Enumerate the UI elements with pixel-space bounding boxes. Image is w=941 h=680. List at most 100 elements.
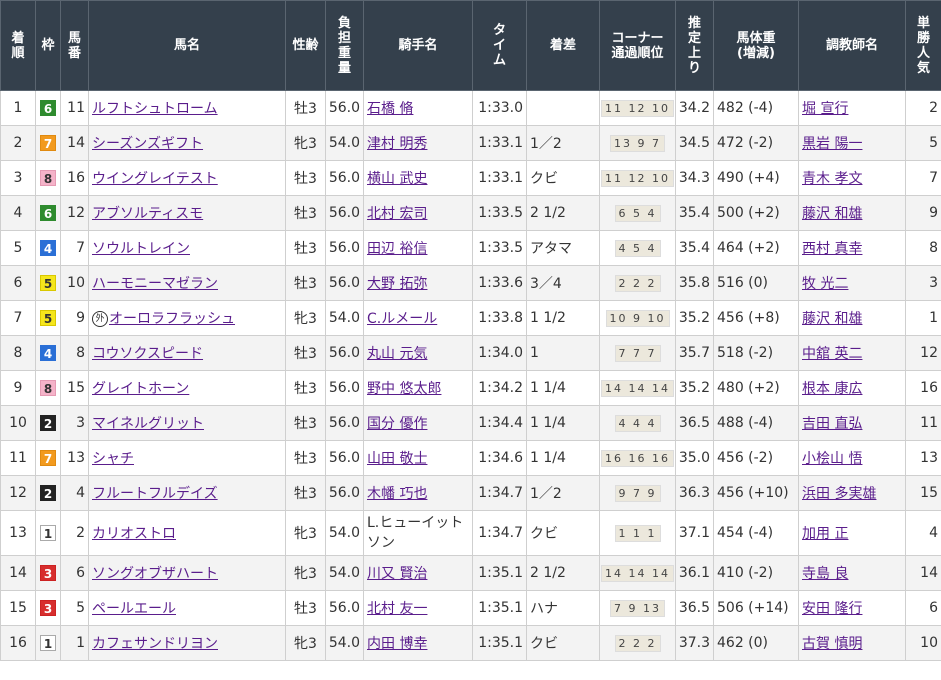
jockey-name-link[interactable]: 石橋 脩 [367,101,413,117]
cell-corner: 2 2 2 [599,625,676,661]
body-weight-value: 516 (0) [717,275,769,291]
table-row: 15 3 5 ペールエール 牡3 56.0 北村 友一 1:35.1 ハナ 7 9 13 36.5 5… [0,590,941,626]
jockey-name-link[interactable]: L.ヒューイットソン [367,515,463,551]
cell-horse: シーズンズギフト [88,125,286,161]
cell-popularity: 7 [905,160,941,196]
corner-positions: 1 1 1 [614,524,661,542]
popularity-value: 3 [929,275,938,291]
cell-weight: 54.0 [325,625,364,661]
cell-bodyweight: 506 (+14) [713,590,799,626]
horse-name-link[interactable]: マイネルグリット [92,416,204,432]
jockey-name-link[interactable]: 大野 拓弥 [367,276,427,292]
cell-trainer: 吉田 直弘 [798,405,906,441]
horse-name-link[interactable]: カフェサンドリヨン [92,636,218,652]
cell-trainer: 小桧山 悟 [798,440,906,476]
cell-time: 1:34.4 [472,405,527,441]
umaban-value: 16 [67,170,85,186]
horse-name-link[interactable]: グレイトホーン [92,381,189,397]
umaban-value: 1 [76,635,85,651]
horse-name-link[interactable]: ソウルトレイン [92,241,190,257]
trainer-name-link[interactable]: 安田 隆行 [802,601,862,617]
jockey-name-link[interactable]: 内田 博幸 [367,636,427,652]
jockey-name-link[interactable]: 丸山 元気 [367,346,427,362]
horse-name-link[interactable]: シャチ [92,451,134,467]
trainer-name-link[interactable]: 牧 光二 [802,276,848,292]
jockey-name-link[interactable]: 野中 悠太郎 [367,381,441,397]
cell-horse: フルートフルデイズ [88,475,286,511]
trainer-name-link[interactable]: 根本 康広 [802,381,862,397]
trainer-name-link[interactable]: 西村 真幸 [802,241,862,257]
horse-name-link[interactable]: カリオストロ [92,526,176,542]
margin-value: クビ [530,171,558,187]
jockey-name-link[interactable]: 山田 敬士 [367,451,427,467]
horse-name-link[interactable]: ペールエール [92,601,176,617]
cell-umaban: 15 [60,370,89,406]
header-line: 定 [687,30,701,46]
waku-badge: 1 [40,634,56,651]
cell-margin: 2 1/2 [526,555,600,591]
jockey-name-link[interactable]: 横山 武史 [367,171,427,187]
cell-trainer: 青木 孝文 [798,160,906,196]
body-weight-value: 472 (-2) [717,135,774,151]
last3f-value: 35.4 [678,240,710,256]
cell-jockey: 国分 優作 [363,405,473,441]
umaban-value: 5 [76,600,85,616]
cell-corner: 4 4 4 [599,405,676,441]
cell-umaban: 9 [60,300,89,336]
corner-positions: 14 14 14 [601,379,674,397]
trainer-name-link[interactable]: 堀 宣行 [802,101,848,117]
waku-badge: 1 [40,524,56,541]
cell-rank: 2 [0,125,36,161]
table-row: 9 8 15 グレイトホーン 牡3 56.0 野中 悠太郎 1:34.2 1 1/4 14 14 … [0,370,941,406]
cell-margin: アタマ [526,230,600,266]
last3f-value: 36.1 [678,565,710,581]
trainer-name-link[interactable]: 小桧山 悟 [802,451,862,467]
jockey-name-link[interactable]: 北村 友一 [367,601,427,617]
horse-name-link[interactable]: ルフトシュトローム [92,101,218,117]
jockey-name-link[interactable]: 国分 優作 [367,416,427,432]
body-weight-value: 410 (-2) [717,565,774,581]
horse-name-link[interactable]: ウイングレイテスト [92,171,218,187]
jockey-name-link[interactable]: C.ルメール [367,311,437,327]
horse-name-link[interactable]: フルートフルデイズ [92,486,218,502]
trainer-name-link[interactable]: 吉田 直弘 [802,416,862,432]
cell-corner: 4 5 4 [599,230,676,266]
trainer-name-link[interactable]: 加用 正 [802,526,848,542]
trainer-name-link[interactable]: 藤沢 和雄 [802,206,862,222]
table-row: 3 8 16 ウイングレイテスト 牡3 56.0 横山 武史 1:33.1 クビ 11 12 10… [0,160,941,196]
header-line: 馬体重 [736,30,776,46]
header-label: 調教師名 [825,38,878,53]
jockey-name-link[interactable]: 川又 賢治 [367,566,427,582]
popularity-value: 2 [929,100,938,116]
cell-sexage: 牝3 [285,625,326,661]
trainer-name-link[interactable]: 浜田 多実雄 [802,486,876,502]
horse-name-link[interactable]: コウソクスピード [92,346,203,362]
trainer-name-link[interactable]: 黒岩 陽一 [802,136,862,152]
corner-positions: 4 4 4 [614,414,661,432]
trainer-name-link[interactable]: 寺島 良 [802,566,848,582]
cell-weight: 56.0 [325,440,364,476]
cell-popularity: 16 [905,370,941,406]
horse-name-link[interactable]: オーロラフラッシュ [109,311,235,327]
cell-sexage: 牡3 [285,475,326,511]
cell-weight: 56.0 [325,265,364,301]
trainer-name-link[interactable]: 藤沢 和雄 [802,311,862,327]
header-line: 推 [687,15,701,31]
trainer-name-link[interactable]: 古賀 慎明 [802,636,862,652]
horse-name-link[interactable]: ハーモニーマゼラン [92,276,218,292]
cell-sexage: 牡3 [285,265,326,301]
margin-value: 1 1/4 [530,450,566,466]
jockey-name-link[interactable]: 木幡 巧也 [367,486,427,502]
trainer-name-link[interactable]: 中舘 英二 [802,346,862,362]
horse-name-link[interactable]: アブソルティスモ [92,206,203,222]
body-weight-value: 462 (0) [717,635,769,651]
jockey-name-link[interactable]: 北村 宏司 [367,206,427,222]
rank-value: 16 [9,635,27,651]
umaban-value: 7 [76,240,85,256]
horse-name-link[interactable]: ソングオブザハート [92,566,218,582]
horse-name-link[interactable]: シーズンズギフト [92,136,203,152]
jockey-name-link[interactable]: 田辺 裕信 [367,241,427,257]
cell-corner: 14 14 14 [599,555,676,591]
jockey-name-link[interactable]: 津村 明秀 [367,136,427,152]
trainer-name-link[interactable]: 青木 孝文 [802,171,862,187]
